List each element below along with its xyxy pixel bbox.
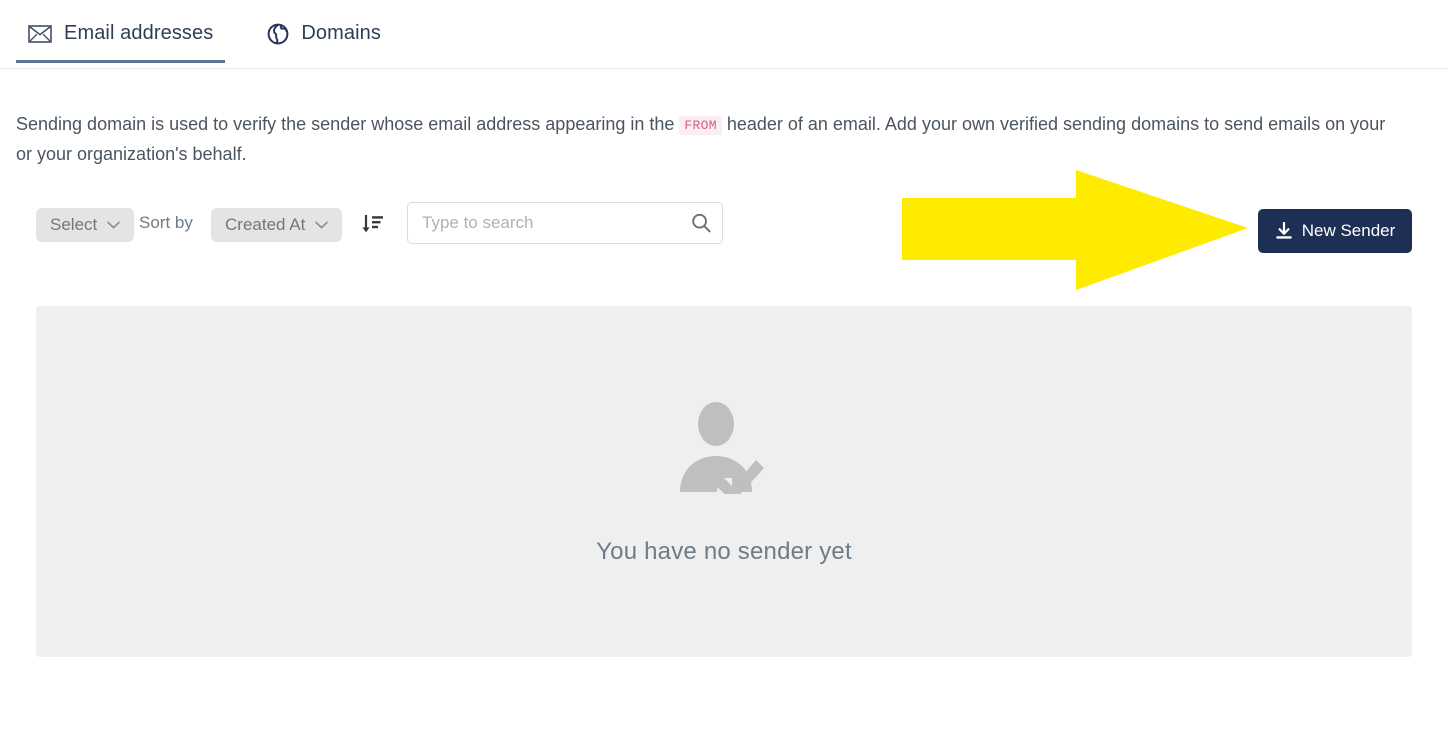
globe-icon: [267, 23, 289, 45]
tab-label-email-addresses: Email addresses: [64, 22, 214, 44]
sender-list-empty-panel: You have no sender yet: [36, 306, 1412, 657]
new-sender-button-label: New Sender: [1301, 221, 1396, 240]
tab-domains[interactable]: Domains: [255, 22, 393, 63]
empty-state-message: You have no sender yet: [596, 537, 852, 565]
list-toolbar: Select Sort by Created At: [0, 196, 1448, 260]
sort-descending-icon[interactable]: [357, 208, 389, 242]
mail-icon: [28, 24, 52, 43]
description-part-1: Sending domain is used to verify the sen…: [16, 114, 680, 134]
tab-label-domains: Domains: [301, 22, 381, 44]
download-icon: [1275, 222, 1293, 240]
user-check-icon: [676, 398, 772, 538]
search-input[interactable]: [408, 203, 680, 243]
tab-email-addresses[interactable]: Email addresses: [16, 22, 226, 63]
search-box[interactable]: [407, 202, 723, 244]
tab-list: Email addresses Domains: [16, 22, 393, 63]
sort-field-dropdown[interactable]: Created At: [211, 208, 343, 242]
from-code-chip: FROM: [679, 116, 722, 135]
search-icon[interactable]: [680, 203, 722, 243]
select-dropdown[interactable]: Select: [36, 208, 135, 242]
sort-field-label: Created At: [225, 215, 306, 234]
sort-by-label: Sort by: [139, 213, 193, 232]
chevron-down-icon: [107, 221, 121, 229]
chevron-down-icon: [315, 221, 329, 229]
new-sender-button[interactable]: New Sender: [1258, 209, 1412, 253]
tab-bar: Email addresses Domains: [0, 0, 1448, 69]
page-description: Sending domain is used to verify the sen…: [16, 110, 1406, 169]
select-dropdown-label: Select: [50, 215, 98, 234]
